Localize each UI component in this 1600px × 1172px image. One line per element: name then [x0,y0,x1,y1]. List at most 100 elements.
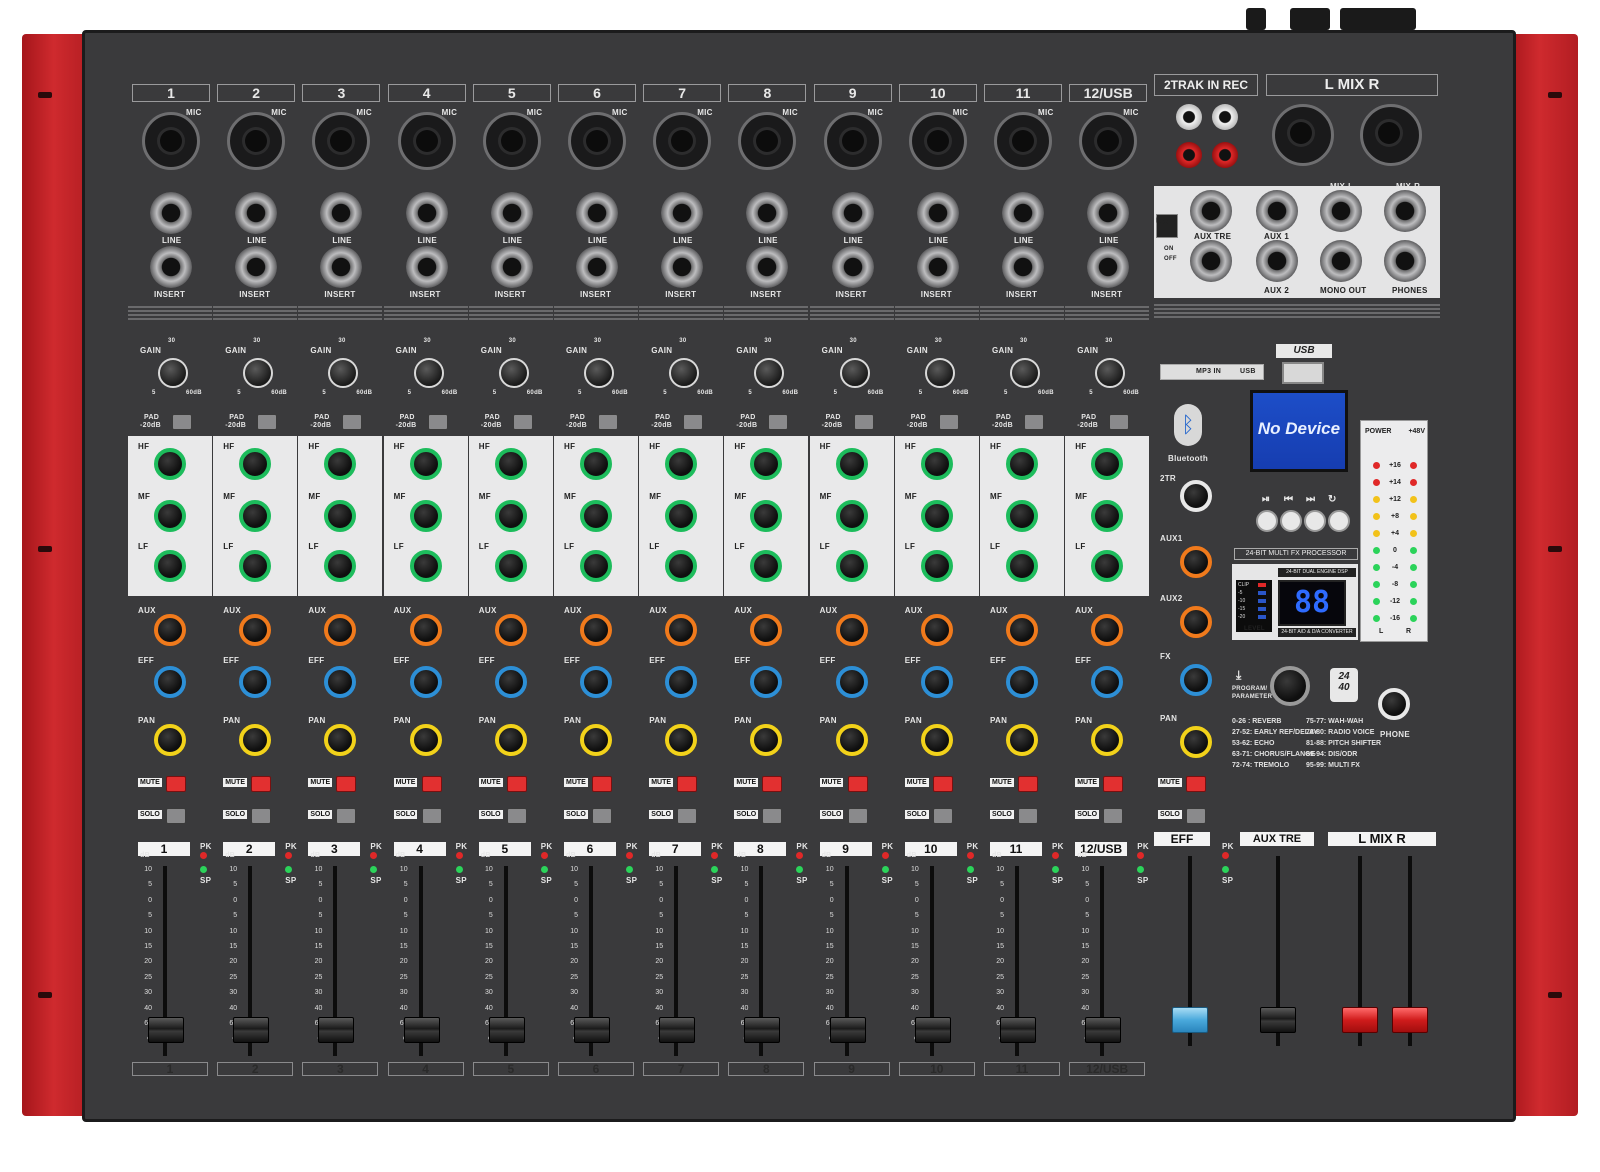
aux-send-knob[interactable] [835,614,868,646]
eff-fader-cap[interactable] [1172,1006,1208,1033]
gain-knob[interactable] [754,358,785,388]
line-input-jack[interactable] [235,192,278,234]
aux-send-knob[interactable] [324,614,357,646]
mf-eq-knob[interactable] [239,500,272,532]
insert-jack[interactable] [1087,246,1130,288]
solo-button[interactable] [336,808,357,824]
solo-button[interactable] [1103,808,1124,824]
aux-send-knob[interactable] [239,614,272,646]
channel-fader-cap[interactable] [1085,1016,1122,1043]
hf-eq-knob[interactable] [1091,448,1124,480]
solo-button[interactable] [762,808,783,824]
mute-button[interactable] [251,776,272,792]
mic-xlr-input[interactable] [227,112,286,170]
pad-button[interactable] [683,414,704,430]
eff-send-knob[interactable] [580,666,612,698]
aux-send-knob[interactable] [665,614,698,646]
mic-xlr-input[interactable] [1079,112,1138,170]
mf-eq-knob[interactable] [1091,500,1124,532]
channel-fader-cap[interactable] [1000,1016,1036,1043]
mf-eq-knob[interactable] [494,500,527,532]
mute-button[interactable] [847,776,868,792]
mute-button[interactable] [1018,776,1038,792]
pan-knob[interactable] [1006,724,1038,756]
channel-fader-cap[interactable] [318,1016,355,1043]
hf-eq-knob[interactable] [665,448,698,480]
line-input-jack[interactable] [1087,192,1130,234]
insert-jack[interactable] [405,246,448,288]
main-mix-left-fader-cap[interactable] [1342,1006,1378,1033]
mute-button[interactable] [1103,776,1124,792]
mic-xlr-input[interactable] [823,112,882,170]
pan-knob[interactable] [580,724,612,756]
power-inlet[interactable] [1340,8,1416,30]
channel-fader-cap[interactable] [829,1016,866,1043]
solo-button[interactable] [677,808,698,824]
pan-knob[interactable] [1091,724,1124,756]
insert-jack[interactable] [490,246,533,288]
pad-button[interactable] [938,414,959,430]
gain-knob[interactable] [498,358,529,388]
pad-button[interactable] [768,414,789,430]
insert-jack[interactable] [831,246,874,288]
mute-button[interactable] [592,776,612,792]
line-input-jack[interactable] [916,192,959,234]
eff-send-knob[interactable] [239,666,272,698]
solo-button[interactable] [421,808,442,824]
channel-fader-cap[interactable] [403,1016,440,1043]
pan-knob[interactable] [409,724,442,756]
aux-send-knob[interactable] [409,614,442,646]
gain-knob[interactable] [328,358,359,388]
mute-button[interactable] [421,776,442,792]
pan-knob[interactable] [494,724,527,756]
pan-knob[interactable] [750,724,783,756]
lf-eq-knob[interactable] [409,550,442,582]
eff-send-knob[interactable] [324,666,357,698]
gain-knob[interactable] [243,358,274,388]
gain-knob[interactable] [158,358,188,388]
pad-button[interactable] [1109,414,1130,430]
aux-send-knob[interactable] [920,614,953,646]
lf-eq-knob[interactable] [1006,550,1038,582]
pad-button[interactable] [853,414,874,430]
gain-knob[interactable] [924,358,955,388]
aux-send-knob[interactable] [580,614,612,646]
hf-eq-knob[interactable] [409,448,442,480]
aux-send-knob[interactable] [750,614,783,646]
solo-button[interactable] [847,808,868,824]
mic-xlr-input[interactable] [653,112,712,170]
aux-send-knob[interactable] [1091,614,1124,646]
solo-button[interactable] [251,808,272,824]
mf-eq-knob[interactable] [154,500,186,532]
pan-knob[interactable] [324,724,357,756]
hf-eq-knob[interactable] [920,448,953,480]
solo-button[interactable] [932,808,953,824]
pad-button[interactable] [342,414,363,430]
line-input-jack[interactable] [150,192,192,234]
eff-send-knob[interactable] [154,666,186,698]
lf-eq-knob[interactable] [665,550,698,582]
pan-knob[interactable] [239,724,272,756]
pad-button[interactable] [1024,414,1044,430]
solo-button[interactable] [166,808,186,824]
hf-eq-knob[interactable] [494,448,527,480]
gain-knob[interactable] [413,358,444,388]
mf-eq-knob[interactable] [835,500,868,532]
eff-send-knob[interactable] [665,666,698,698]
channel-fader-cap[interactable] [659,1016,696,1043]
eff-send-knob[interactable] [1006,666,1038,698]
mf-eq-knob[interactable] [580,500,612,532]
pan-knob[interactable] [154,724,186,756]
lf-eq-knob[interactable] [580,550,612,582]
hf-eq-knob[interactable] [835,448,868,480]
mic-xlr-input[interactable] [568,112,626,170]
pad-button[interactable] [427,414,448,430]
eff-send-knob[interactable] [1091,666,1124,698]
line-input-jack[interactable] [405,192,448,234]
gain-knob[interactable] [839,358,870,388]
line-input-jack[interactable] [320,192,363,234]
eff-send-knob[interactable] [750,666,783,698]
mic-xlr-input[interactable] [908,112,967,170]
pad-button[interactable] [598,414,618,430]
mute-button[interactable] [336,776,357,792]
